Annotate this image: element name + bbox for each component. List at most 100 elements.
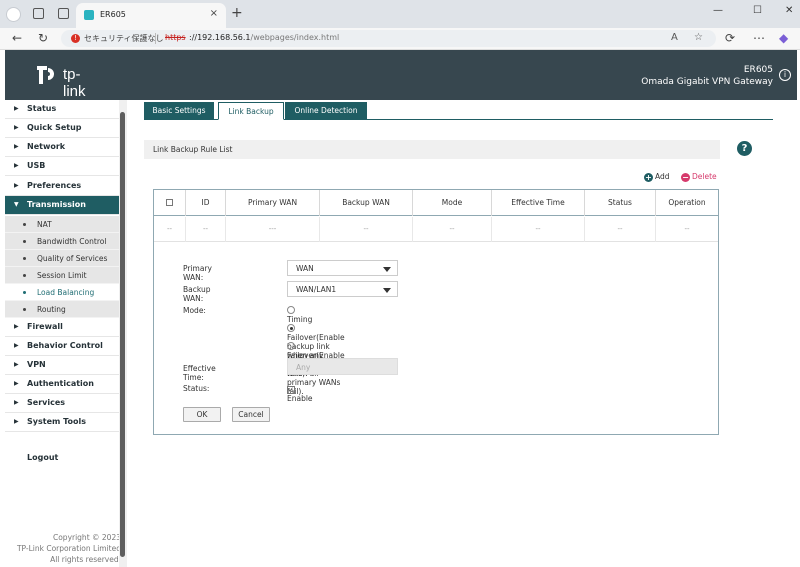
backup-wan-value: WAN/LAN1 xyxy=(296,285,337,294)
sidebar-item-transmission[interactable]: ▼ Transmission xyxy=(5,196,119,215)
security-label[interactable]: セキュリティ保護なし xyxy=(84,33,164,44)
url-path: /webpages/index.html xyxy=(250,33,340,42)
caret-down-icon: ▼ xyxy=(14,201,19,208)
tab-favicon-icon xyxy=(84,10,94,20)
sidebar-scroll-thumb[interactable] xyxy=(120,112,125,557)
workspaces-icon[interactable] xyxy=(33,8,44,19)
info-icon[interactable]: i xyxy=(779,69,791,81)
model-name: ER605 xyxy=(743,65,773,75)
caret-right-icon: ▶ xyxy=(14,342,19,349)
primary-wan-select[interactable]: WAN xyxy=(287,260,398,276)
url-scheme: https xyxy=(165,33,186,42)
backup-wan-select[interactable]: WAN/LAN1 xyxy=(287,281,398,297)
sidebar-item-firewall[interactable]: ▶ Firewall xyxy=(5,318,119,337)
sidebar-item-vpn[interactable]: ▶ VPN xyxy=(5,356,119,375)
sidebar-item-label: Transmission xyxy=(27,200,86,209)
sidebar-sub-nat[interactable]: NAT xyxy=(5,216,119,233)
add-button[interactable]: + Add xyxy=(644,172,670,182)
caret-right-icon: ▶ xyxy=(14,124,19,131)
sidebar-item-usb[interactable]: ▶ USB xyxy=(5,157,119,176)
sidebar-sub-label: Session Limit xyxy=(37,271,87,280)
tp-link-logo-icon xyxy=(37,66,54,84)
copyright: Copyright © 2023 TP-Link Corporation Lim… xyxy=(5,532,121,565)
logout-link[interactable]: Logout xyxy=(27,453,58,462)
bullet-icon xyxy=(23,257,26,260)
sidebar-scrollbar[interactable] xyxy=(119,100,127,567)
sidebar-item-behavior-control[interactable]: ▶ Behavior Control xyxy=(5,337,119,356)
back-icon[interactable]: ← xyxy=(12,31,22,45)
maximize-icon[interactable]: ☐ xyxy=(753,5,762,16)
col-operation: Operation xyxy=(668,198,706,207)
table-header: ID Primary WAN Backup WAN Mode Effective… xyxy=(154,190,718,216)
copyright-line: All rights reserved. xyxy=(50,555,121,564)
sidebar-item-label: VPN xyxy=(27,360,46,369)
sidebar: ▶ Status ▶ Quick Setup ▶ Network ▶ USB ▶ Pref… xyxy=(5,100,126,567)
sidebar-item-system-tools[interactable]: ▶ System Tools xyxy=(5,413,119,432)
select-all-checkbox[interactable] xyxy=(166,199,173,206)
copyright-line: TP-Link Corporation Limited xyxy=(16,544,121,553)
col-backup-wan: Backup WAN xyxy=(320,190,413,216)
ok-button[interactable]: OK xyxy=(183,407,221,422)
sidebar-item-network[interactable]: ▶ Network xyxy=(5,138,119,157)
caret-right-icon: ▶ xyxy=(14,361,19,368)
sidebar-sub-label: NAT xyxy=(37,220,52,229)
table-cell: -- xyxy=(684,225,690,233)
model-info: ER605 Omada Gigabit VPN Gateway xyxy=(641,64,773,88)
brand-text: tp-link xyxy=(63,66,86,100)
new-tab-icon[interactable]: + xyxy=(231,5,243,21)
sidebar-item-authentication[interactable]: ▶ Authentication xyxy=(5,375,119,394)
add-label: Add xyxy=(655,172,670,181)
tab-online-detection[interactable]: Online Detection xyxy=(285,102,367,119)
sidebar-item-status[interactable]: ▶ Status xyxy=(5,100,119,119)
bullet-icon xyxy=(23,274,26,277)
browser-tab[interactable]: ER605 × xyxy=(76,3,226,28)
sidebar-sub-routing[interactable]: Routing xyxy=(5,301,119,318)
status-enable-checkbox[interactable]: ✓Enable xyxy=(287,384,313,403)
tab-basic-settings[interactable]: Basic Settings xyxy=(144,102,214,119)
sidebar-item-label: Behavior Control xyxy=(27,341,103,350)
reload-icon[interactable]: ↻ xyxy=(38,31,48,45)
tab-actions-icon[interactable] xyxy=(58,8,69,19)
effective-time-input: Any xyxy=(287,358,398,375)
col-primary-wan: Primary WAN xyxy=(226,190,320,216)
url-box[interactable]: ! セキュリティ保護なし https ://192.168.56.1/webpa… xyxy=(61,30,716,47)
table-cell: -- xyxy=(154,217,186,242)
extensions-icon[interactable]: ⟳ xyxy=(725,31,735,45)
col-status: Status xyxy=(585,190,656,216)
status-enable-label: Enable xyxy=(287,394,313,403)
sidebar-item-services[interactable]: ▶ Services xyxy=(5,394,119,413)
tab-link-backup[interactable]: Link Backup xyxy=(218,102,284,120)
col-effective-time: Effective Time xyxy=(492,190,585,216)
help-icon[interactable]: ? xyxy=(737,141,752,156)
caret-right-icon: ▶ xyxy=(14,399,19,406)
tab-title: ER605 xyxy=(100,10,126,19)
sidebar-item-label: Quick Setup xyxy=(27,123,82,132)
select-all-cell[interactable] xyxy=(154,190,186,216)
url-text: ://192.168.56.1/webpages/index.html xyxy=(189,33,339,42)
minimize-icon[interactable]: — xyxy=(713,5,723,16)
tab-close-icon[interactable]: × xyxy=(210,8,218,19)
sidebar-sub-label: Quality of Services xyxy=(37,254,108,263)
bullet-icon xyxy=(23,240,26,243)
table-row: -- -- --- -- -- -- -- -- xyxy=(154,217,718,242)
sidebar-sub-load-balancing[interactable]: Load Balancing xyxy=(5,284,119,301)
sidebar-sub-label: Bandwidth Control xyxy=(37,237,107,246)
sidebar-sub-qos[interactable]: Quality of Services xyxy=(5,250,119,267)
read-aloud-icon[interactable]: A xyxy=(671,32,678,43)
copilot-icon[interactable]: ◆ xyxy=(779,31,788,45)
sidebar-sub-bandwidth-control[interactable]: Bandwidth Control xyxy=(5,233,119,250)
favorite-star-icon[interactable]: ☆ xyxy=(694,32,703,43)
effective-time-value: Any xyxy=(296,363,311,372)
sidebar-item-preferences[interactable]: ▶ Preferences xyxy=(5,177,119,196)
radio-icon xyxy=(287,306,295,314)
mode-radio-timing[interactable]: Timing xyxy=(287,306,312,324)
close-window-icon[interactable]: ✕ xyxy=(785,5,793,16)
table-cell: -- xyxy=(585,217,656,242)
sidebar-item-quick-setup[interactable]: ▶ Quick Setup xyxy=(5,119,119,138)
sidebar-sub-session-limit[interactable]: Session Limit xyxy=(5,267,119,284)
delete-button[interactable]: − Delete xyxy=(681,172,717,182)
profile-avatar[interactable] xyxy=(6,7,21,22)
cancel-button[interactable]: Cancel xyxy=(232,407,270,422)
more-menu-icon[interactable]: ⋯ xyxy=(753,31,765,45)
radio-selected-icon xyxy=(287,324,295,332)
